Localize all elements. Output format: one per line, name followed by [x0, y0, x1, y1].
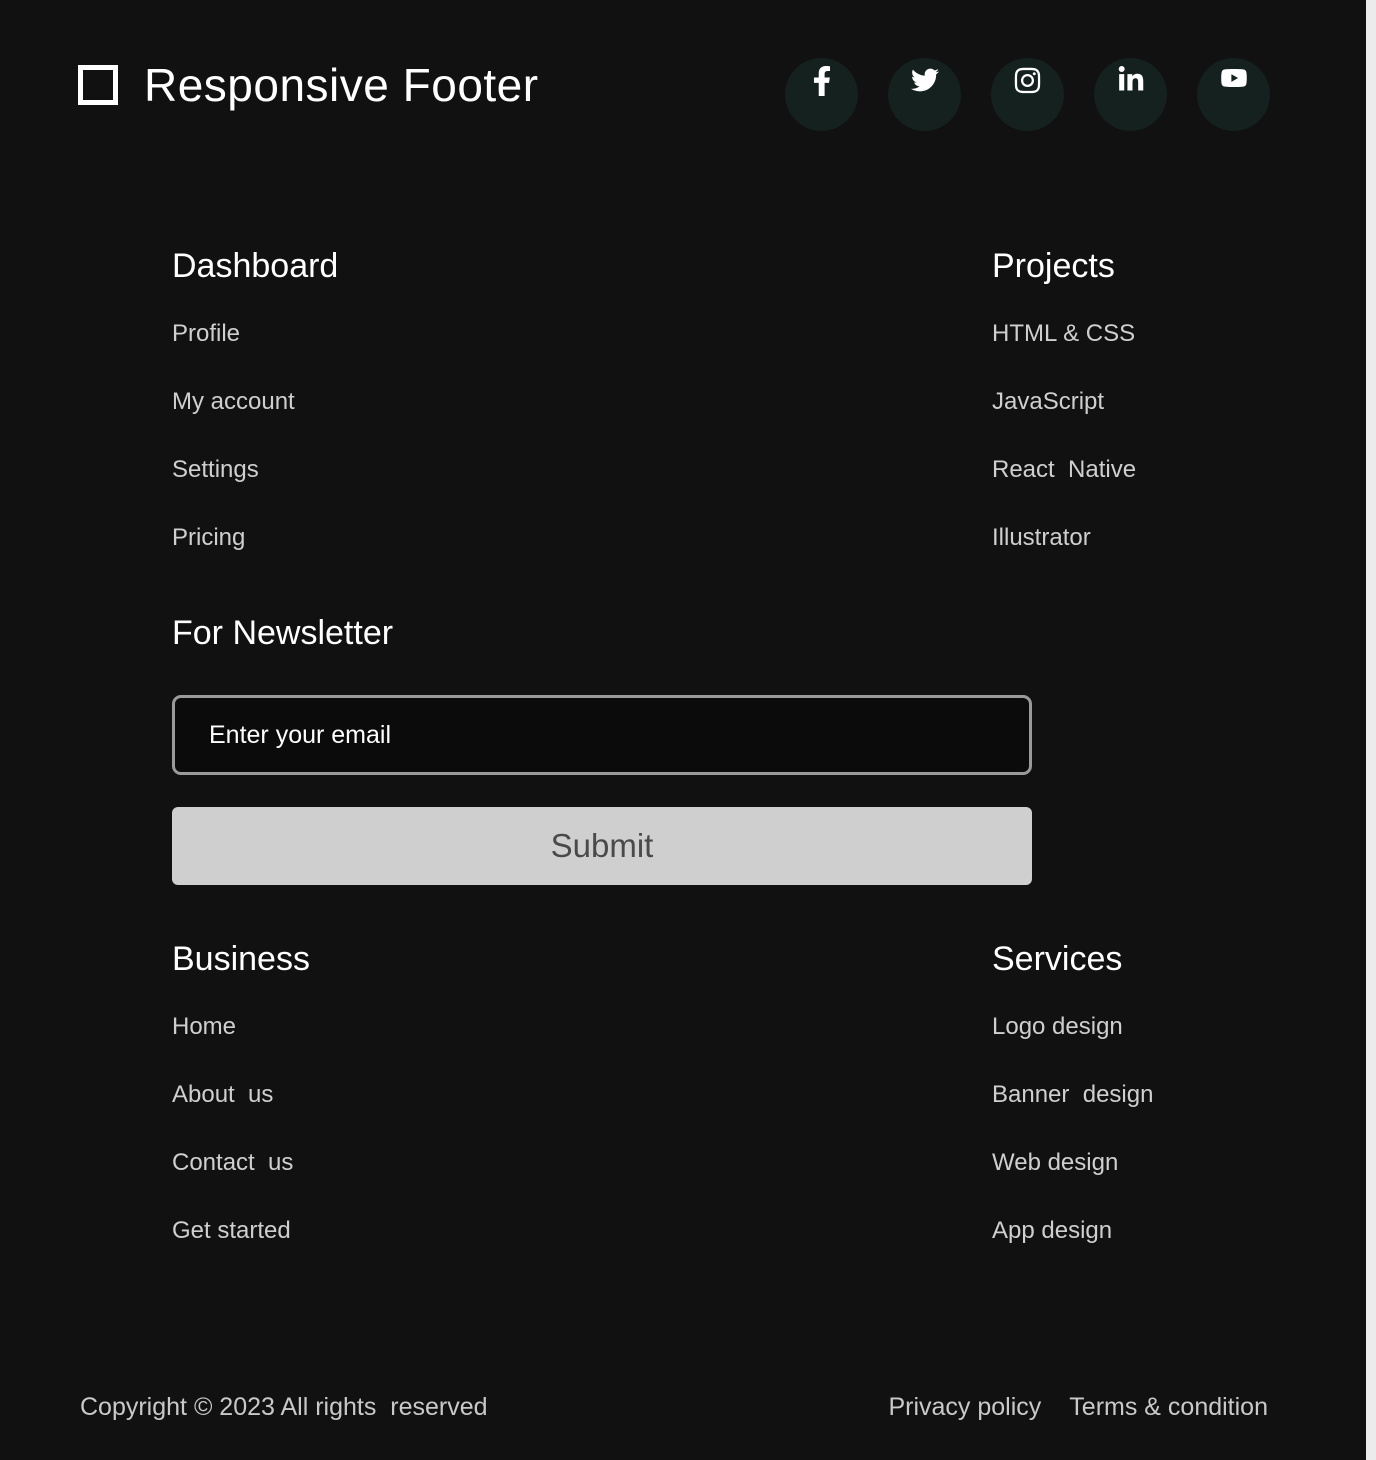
brand: Responsive Footer — [78, 62, 539, 108]
list-item: My account — [172, 388, 772, 416]
newsletter-heading: For Newsletter — [172, 614, 394, 652]
list-item: HTML & CSS — [992, 320, 1372, 348]
column-heading-business: Business — [172, 940, 310, 978]
youtube-icon — [1217, 66, 1251, 90]
list-item: React Native — [992, 456, 1372, 484]
list-item: Settings — [172, 456, 772, 484]
link-terms-and-condition[interactable]: Terms & condition — [1069, 1385, 1268, 1429]
footer-column-projects: Projects HTML & CSS JavaScript React Nat… — [992, 246, 1372, 552]
instagram-icon — [1013, 66, 1042, 95]
link-list-services: Logo design Banner design Web design App… — [992, 1013, 1372, 1245]
link-banner-design[interactable]: Banner design — [992, 1081, 1153, 1108]
social-link-youtube[interactable] — [1197, 58, 1270, 131]
footer-container: Responsive Footer Dashboard Profile My a… — [0, 0, 1366, 1460]
list-item: JavaScript — [992, 388, 1372, 416]
list-item: Home — [172, 1013, 772, 1041]
page-title: Responsive Footer — [144, 59, 539, 111]
link-react-native[interactable]: React Native — [992, 456, 1136, 483]
list-item: Profile — [172, 320, 772, 348]
link-logo-design[interactable]: Logo design — [992, 1013, 1123, 1040]
twitter-icon — [909, 66, 941, 94]
social-links — [785, 58, 1270, 131]
link-contact-us[interactable]: Contact us — [172, 1149, 293, 1176]
link-list-projects: HTML & CSS JavaScript React Native Illus… — [992, 320, 1372, 552]
list-item: Contact us — [172, 1149, 772, 1177]
column-heading-dashboard: Dashboard — [172, 247, 339, 285]
link-javascript[interactable]: JavaScript — [992, 388, 1104, 415]
column-heading-services: Services — [992, 940, 1123, 978]
link-my-account[interactable]: My account — [172, 388, 295, 415]
square-outline-icon — [78, 65, 118, 105]
column-heading-projects: Projects — [992, 247, 1115, 285]
link-list-business: Home About us Contact us Get started — [172, 1013, 772, 1245]
submit-button[interactable]: Submit — [172, 807, 1032, 885]
social-link-instagram[interactable] — [991, 58, 1064, 131]
list-item: Pricing — [172, 524, 772, 552]
footer-column-services: Services Logo design Banner design Web d… — [992, 939, 1372, 1245]
link-app-design[interactable]: App design — [992, 1217, 1112, 1244]
footer-topbar: Responsive Footer — [0, 0, 1366, 190]
link-settings[interactable]: Settings — [172, 456, 259, 483]
list-item: Web design — [992, 1149, 1372, 1177]
link-privacy-policy[interactable]: Privacy policy — [888, 1385, 1041, 1429]
social-link-linkedin[interactable] — [1094, 58, 1167, 131]
list-item: About us — [172, 1081, 772, 1109]
copyright-text: Copyright © 2023 All rights reserved — [80, 1393, 488, 1421]
list-item: Get started — [172, 1217, 772, 1245]
footer-column-dashboard: Dashboard Profile My account Settings Pr… — [172, 246, 772, 552]
link-web-design[interactable]: Web design — [992, 1149, 1118, 1176]
footer-column-business: Business Home About us Contact us Get st… — [172, 939, 772, 1245]
page-root: Responsive Footer Dashboard Profile My a… — [0, 0, 1376, 1460]
facebook-icon — [809, 66, 835, 96]
list-item: Banner design — [992, 1081, 1372, 1109]
link-html-css[interactable]: HTML & CSS — [992, 320, 1135, 347]
link-list-dashboard: Profile My account Settings Pricing — [172, 320, 772, 552]
email-input[interactable] — [172, 695, 1032, 775]
link-about-us[interactable]: About us — [172, 1081, 273, 1108]
social-link-twitter[interactable] — [888, 58, 961, 131]
link-illustrator[interactable]: Illustrator — [992, 524, 1091, 551]
list-item: Illustrator — [992, 524, 1372, 552]
list-item: Logo design — [992, 1013, 1372, 1041]
linkedin-icon — [1117, 66, 1145, 94]
social-link-facebook[interactable] — [785, 58, 858, 131]
link-pricing[interactable]: Pricing — [172, 524, 245, 551]
link-profile[interactable]: Profile — [172, 320, 240, 347]
legal-links: Privacy policy Terms & condition — [888, 1385, 1268, 1429]
footer-bottom-bar: Copyright © 2023 All rights reserved Pri… — [0, 1385, 1366, 1431]
link-get-started[interactable]: Get started — [172, 1217, 291, 1244]
newsletter-section: For Newsletter Submit — [172, 613, 1032, 885]
list-item: App design — [992, 1217, 1372, 1245]
link-home[interactable]: Home — [172, 1013, 236, 1040]
